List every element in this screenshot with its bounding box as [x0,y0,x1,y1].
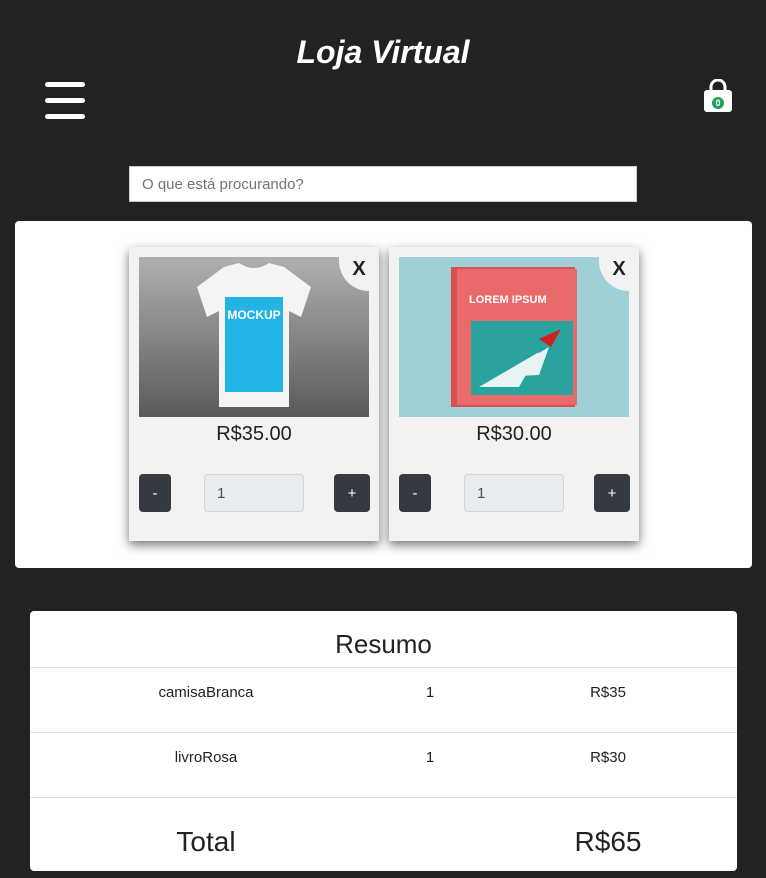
summary-row: camisaBranca 1 R$35 [30,667,737,733]
product-card: MOCKUP X R$35.00 - + [129,247,379,541]
increase-quantity-button[interactable]: + [594,474,630,512]
cart-count-badge: 0 [712,97,724,109]
total-row: Total R$65 [30,797,737,878]
menu-icon[interactable] [45,82,85,122]
page-title: Loja Virtual [296,34,470,70]
quantity-input[interactable] [464,474,564,512]
summary-item-qty: 1 [425,684,435,701]
search-input[interactable] [129,166,637,202]
shopping-bag-icon[interactable]: 0 [703,78,733,113]
total-label: Total [176,826,236,857]
product-image: MOCKUP [139,257,369,417]
summary-row: livroRosa 1 R$30 [30,732,737,798]
total-value: R$65 [574,826,642,857]
summary-title: Resumo [335,629,432,659]
order-summary: Resumo camisaBranca 1 R$35 livroRosa 1 R… [30,611,737,871]
book-cover-text: LOREM IPSUM [469,294,547,306]
mockup-text: MOCKUP [227,308,280,322]
summary-item-name: livroRosa [174,749,238,766]
product-list: MOCKUP X R$35.00 - + LOREM IPSUM X R$30.… [15,221,752,568]
product-price: R$35.00 [216,423,292,445]
quantity-input[interactable] [204,474,304,512]
increase-quantity-button[interactable]: + [334,474,370,512]
product-price: R$30.00 [476,423,552,445]
summary-item-qty: 1 [425,749,435,766]
product-card: LOREM IPSUM X R$30.00 - + [389,247,639,541]
summary-item-name: camisaBranca [158,684,254,701]
product-image: LOREM IPSUM [399,257,629,417]
decrease-quantity-button[interactable]: - [139,474,171,512]
summary-item-price: R$30 [590,749,626,766]
summary-item-price: R$35 [590,684,626,701]
decrease-quantity-button[interactable]: - [399,474,431,512]
